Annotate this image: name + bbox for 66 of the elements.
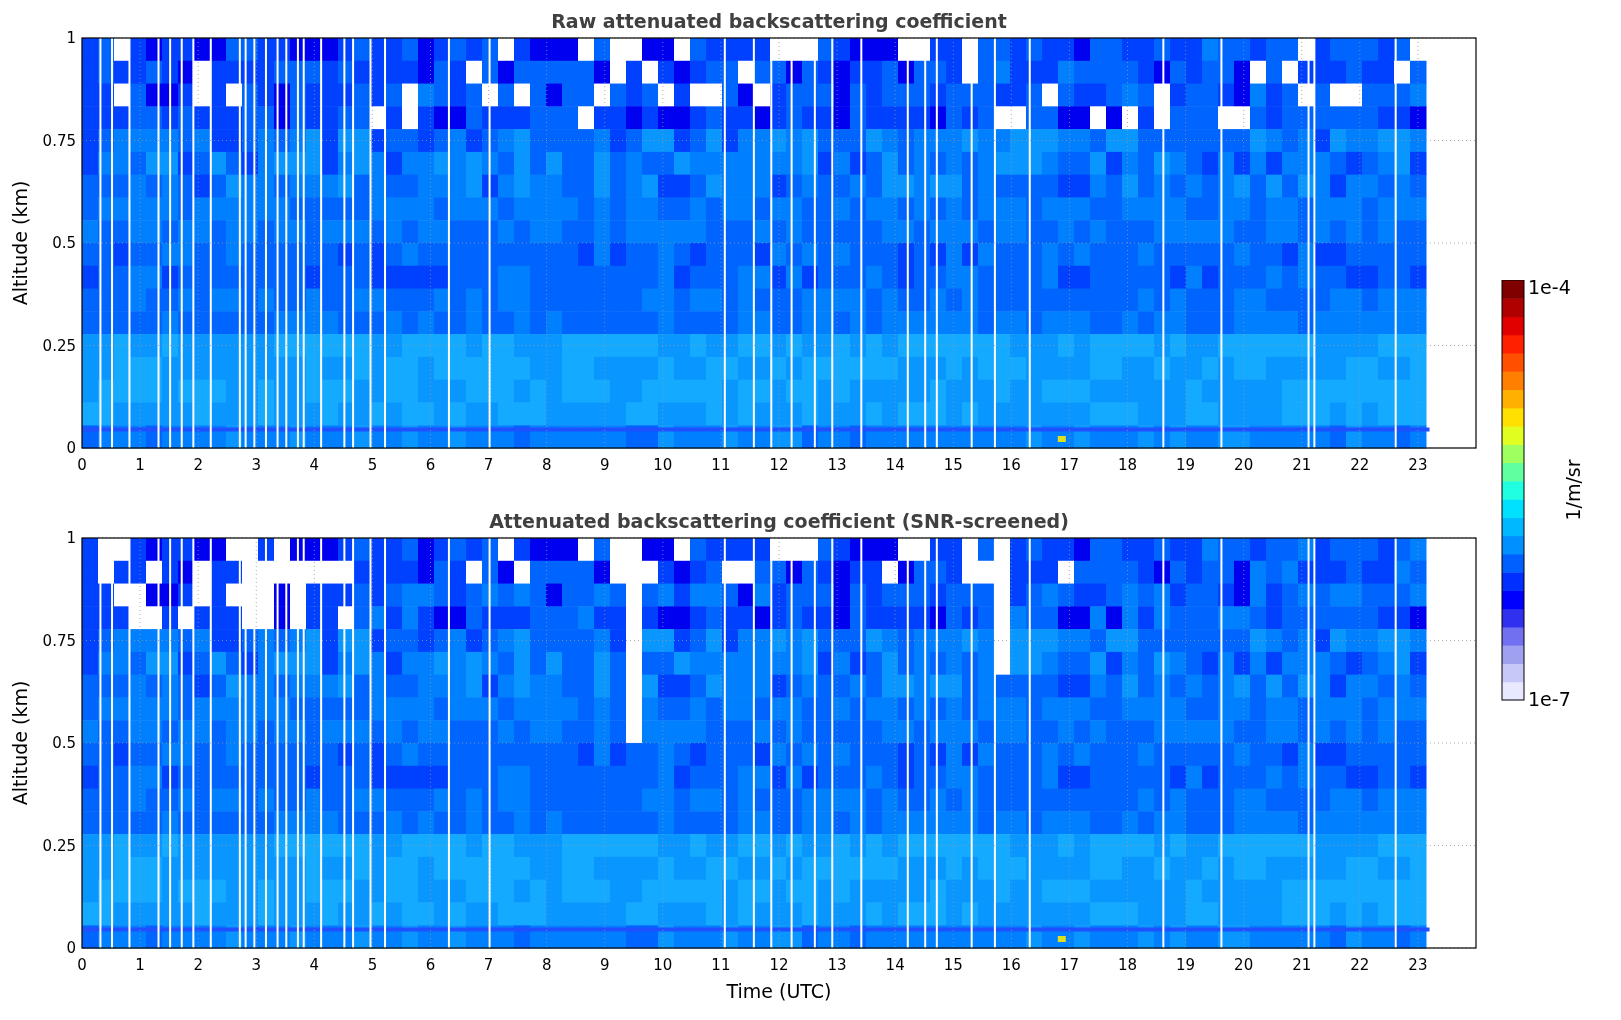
colorbar-max-label: 1e-4	[1528, 280, 1571, 298]
x-tick-label: 14	[885, 456, 905, 474]
x-tick-label: 12	[769, 956, 789, 974]
plot-title: Attenuated backscattering coefficient (SNR-screened)	[489, 510, 1069, 532]
x-tick-label: 23	[1408, 456, 1428, 474]
y-tick-label: 0	[66, 439, 76, 457]
y-tick-label: 0.5	[52, 734, 76, 752]
x-tick-label: 4	[309, 956, 320, 974]
x-tick-label: 14	[885, 956, 905, 974]
x-tick-label: 6	[425, 956, 436, 974]
x-tick-label: 1	[135, 456, 145, 474]
y-tick-label: 0	[66, 939, 76, 957]
y-tick-label: 1	[66, 29, 76, 47]
x-tick-label: 1	[135, 956, 145, 974]
x-tick-label: 0	[77, 956, 87, 974]
colorbar-unit-label: 1/m/sr	[1562, 459, 1584, 521]
x-tick-label: 22	[1350, 956, 1370, 974]
y-tick-label: 0.25	[42, 836, 76, 855]
y-tick-label: 0.25	[42, 336, 76, 355]
x-tick-label: 0	[77, 456, 87, 474]
x-tick-label: 10	[653, 956, 673, 974]
x-tick-label: 13	[827, 956, 847, 974]
x-tick-label: 2	[193, 456, 203, 474]
x-tick-label: 9	[600, 956, 610, 974]
x-tick-label: 15	[943, 956, 963, 974]
x-tick-label: 11	[711, 956, 731, 974]
colorbar-min-label: 1e-7	[1528, 688, 1571, 710]
x-tick-label: 10	[653, 456, 673, 474]
x-tick-label: 3	[251, 956, 261, 974]
x-tick-label: 15	[943, 456, 963, 474]
y-tick-label: 0.75	[42, 631, 76, 650]
x-tick-label: 8	[541, 456, 552, 474]
x-tick-label: 7	[483, 456, 494, 474]
x-tick-label: 19	[1176, 456, 1196, 474]
x-tick-label: 6	[425, 456, 436, 474]
x-tick-label: 21	[1292, 456, 1312, 474]
plot-title: Raw attenuated backscattering coefficient	[551, 10, 1007, 32]
x-tick-label: 20	[1234, 956, 1254, 974]
x-tick-label: 9	[600, 456, 610, 474]
x-tick-label: 22	[1350, 456, 1370, 474]
x-tick-label: 7	[483, 956, 494, 974]
x-axis-label: Time (UTC)	[726, 980, 832, 1002]
x-tick-label: 11	[711, 456, 731, 474]
x-tick-label: 18	[1117, 456, 1138, 474]
x-tick-label: 5	[367, 456, 378, 474]
x-tick-label: 16	[1001, 956, 1021, 974]
y-axis-label: Altitude (km)	[9, 180, 31, 306]
x-tick-label: 23	[1408, 956, 1428, 974]
y-tick-label: 0.5	[52, 234, 76, 252]
x-tick-label: 21	[1292, 956, 1312, 974]
x-tick-label: 13	[827, 456, 847, 474]
x-tick-label: 4	[309, 456, 320, 474]
x-tick-label: 17	[1059, 456, 1079, 474]
x-tick-label: 12	[769, 456, 789, 474]
x-tick-label: 20	[1234, 456, 1254, 474]
y-tick-label: 1	[66, 529, 76, 547]
y-axis-label: Altitude (km)	[9, 680, 31, 806]
x-tick-label: 17	[1059, 956, 1079, 974]
x-tick-label: 19	[1176, 956, 1196, 974]
x-tick-label: 2	[193, 956, 203, 974]
x-tick-label: 18	[1117, 956, 1138, 974]
x-tick-label: 8	[541, 956, 552, 974]
x-tick-label: 3	[251, 456, 261, 474]
y-tick-label: 0.75	[42, 131, 76, 150]
x-tick-label: 5	[367, 956, 378, 974]
x-tick-label: 16	[1001, 456, 1021, 474]
